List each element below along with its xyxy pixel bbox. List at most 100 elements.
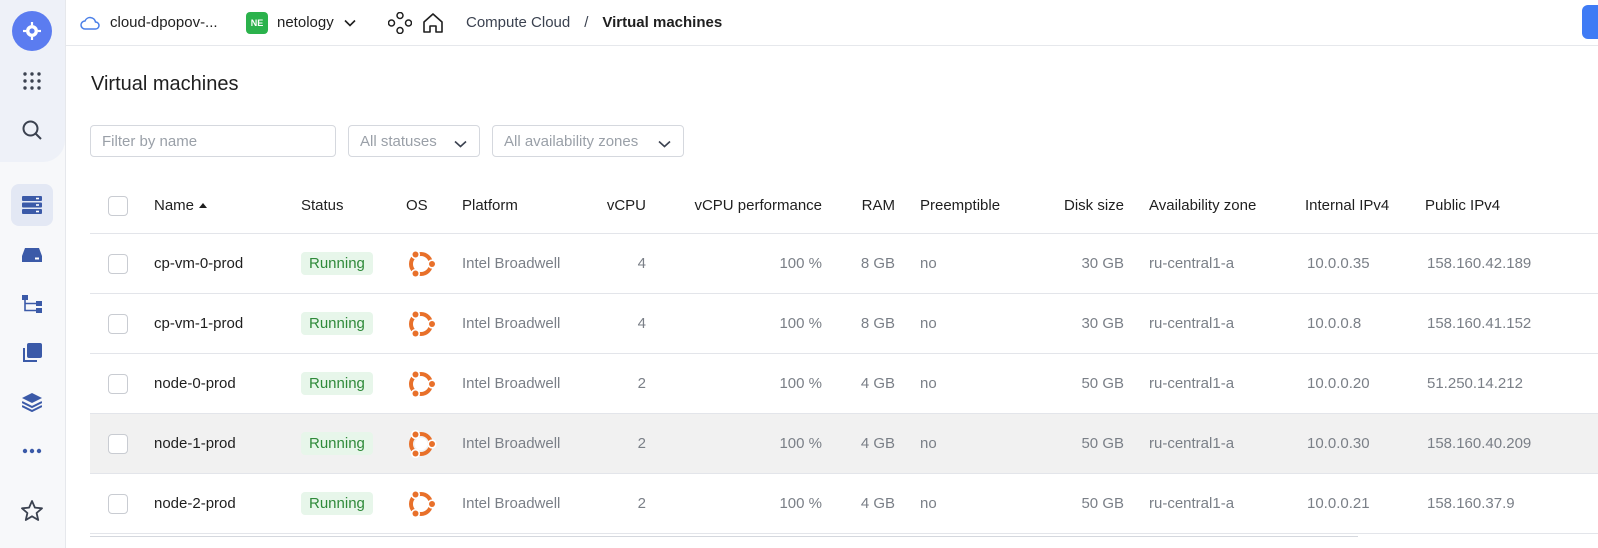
table-row[interactable]: cp-vm-0-prod Running Intel Broadwell 4 1… xyxy=(90,234,1598,294)
row-checkbox-cell xyxy=(108,474,128,533)
row-checkbox[interactable] xyxy=(108,433,128,454)
table-bottom-border xyxy=(90,536,1358,537)
row-checkbox[interactable] xyxy=(108,253,128,274)
status-cell: Running xyxy=(301,354,373,413)
ram-value: 8 GB xyxy=(860,255,895,272)
ubuntu-icon xyxy=(405,474,437,533)
vm-name[interactable]: cp-vm-1-prod xyxy=(154,294,243,353)
instance-groups-nav-icon[interactable] xyxy=(11,283,53,325)
table-row[interactable]: node-2-prod Running Intel Broadwell 2 10… xyxy=(90,474,1598,534)
status-badge: Running xyxy=(301,372,373,395)
favorites-star-icon[interactable] xyxy=(11,490,53,532)
platform-value: Intel Broadwell xyxy=(462,255,561,272)
column-header-os[interactable]: OS xyxy=(406,178,428,233)
chevron-down-icon xyxy=(658,135,671,152)
preemptible-value: no xyxy=(920,255,937,272)
table-row[interactable]: cp-vm-1-prod Running Intel Broadwell 4 1… xyxy=(90,294,1598,354)
filter-by-name-input[interactable] xyxy=(102,132,324,150)
virtual-machines-nav-icon[interactable] xyxy=(11,184,53,226)
availability-zone-value: ru-central1-a xyxy=(1149,375,1235,392)
status-cell: Running xyxy=(301,294,373,353)
vcpu-performance-value: 100 % xyxy=(779,255,822,272)
column-header-availability-zone[interactable]: Availability zone xyxy=(1149,178,1256,233)
cloud-icon xyxy=(80,16,100,30)
select-all-checkbox-cell xyxy=(108,178,128,233)
column-header-internal-ipv4[interactable]: Internal IPv4 xyxy=(1305,178,1389,233)
ubuntu-icon xyxy=(405,354,437,413)
column-header-disk-size[interactable]: Disk size xyxy=(1034,178,1124,233)
column-header-name[interactable]: Name xyxy=(154,178,208,233)
row-checkbox[interactable] xyxy=(108,493,128,514)
disk-size-value: 50 GB xyxy=(1081,495,1124,512)
row-checkbox[interactable] xyxy=(108,313,128,334)
status-badge: Running xyxy=(301,432,373,455)
vcpu-value: 4 xyxy=(637,315,646,332)
availability-zone-value: ru-central1-a xyxy=(1149,495,1235,512)
search-icon[interactable] xyxy=(11,109,53,151)
row-checkbox[interactable] xyxy=(108,373,128,394)
column-header-vcpu[interactable]: vCPU xyxy=(576,178,646,233)
create-button[interactable] xyxy=(1582,5,1598,39)
disk-size-value: 30 GB xyxy=(1081,315,1124,332)
vm-name[interactable]: node-2-prod xyxy=(154,474,236,533)
status-select[interactable]: All statuses xyxy=(348,125,480,157)
row-checkbox-cell xyxy=(108,234,128,293)
status-badge: Running xyxy=(301,312,373,335)
column-header-preemptible[interactable]: Preemptible xyxy=(920,178,1000,233)
home-icon[interactable] xyxy=(422,0,444,45)
ram-value: 4 GB xyxy=(860,495,895,512)
select-all-checkbox[interactable] xyxy=(108,195,128,216)
column-header-status[interactable]: Status xyxy=(301,178,344,233)
images-layers-nav-icon[interactable] xyxy=(11,381,53,423)
folder-badge: NE xyxy=(246,11,268,34)
cloud-selector[interactable]: cloud-dpopov-... xyxy=(80,0,218,45)
left-rail xyxy=(0,0,66,548)
column-header-vcpu-performance[interactable]: vCPU performance xyxy=(664,178,822,233)
chevron-down-icon xyxy=(344,19,356,27)
disks-nav-icon[interactable] xyxy=(11,234,53,276)
vm-name[interactable]: node-0-prod xyxy=(154,354,236,413)
availability-zone-select[interactable]: All availability zones xyxy=(492,125,684,157)
vcpu-value: 2 xyxy=(637,435,646,452)
preemptible-value: no xyxy=(920,375,937,392)
ram-value: 8 GB xyxy=(860,315,895,332)
top-header: cloud-dpopov-... NE netology Compute Clo… xyxy=(66,0,1598,46)
sort-ascending-icon xyxy=(199,203,208,208)
service-map-icon[interactable] xyxy=(388,0,412,45)
zone-select-value: All availability zones xyxy=(504,132,639,150)
ram-value: 4 GB xyxy=(860,435,895,452)
breadcrumb-compute-cloud[interactable]: Compute Cloud xyxy=(466,14,570,31)
status-badge: Running xyxy=(301,492,373,515)
vm-name[interactable]: cp-vm-0-prod xyxy=(154,234,243,293)
column-header-ram[interactable]: RAM xyxy=(830,178,895,233)
row-checkbox-cell xyxy=(108,354,128,413)
cloud-logo-icon[interactable] xyxy=(12,11,52,51)
internal-ipv4-value: 10.0.0.30 xyxy=(1307,435,1370,452)
all-services-grid-icon[interactable] xyxy=(11,60,53,102)
vcpu-value: 2 xyxy=(637,375,646,392)
breadcrumb-separator: / xyxy=(584,14,589,31)
vcpu-performance-value: 100 % xyxy=(779,435,822,452)
public-ipv4-value: 158.160.37.9 xyxy=(1427,495,1515,512)
public-ipv4-value: 158.160.42.189 xyxy=(1427,255,1532,272)
vm-name[interactable]: node-1-prod xyxy=(154,414,236,473)
folder-selector[interactable]: NE netology xyxy=(246,0,356,45)
ubuntu-icon xyxy=(405,414,437,473)
table-row[interactable]: node-1-prod Running Intel Broadwell 2 10… xyxy=(90,414,1598,474)
table-row[interactable]: node-0-prod Running Intel Broadwell 2 10… xyxy=(90,354,1598,414)
chevron-down-icon xyxy=(454,135,467,152)
vcpu-performance-value: 100 % xyxy=(779,495,822,512)
column-header-public-ipv4[interactable]: Public IPv4 xyxy=(1425,178,1500,233)
internal-ipv4-value: 10.0.0.35 xyxy=(1307,255,1370,272)
more-dots-icon[interactable] xyxy=(11,430,53,472)
internal-ipv4-value: 10.0.0.20 xyxy=(1307,375,1370,392)
row-checkbox-cell xyxy=(108,414,128,473)
ram-value: 4 GB xyxy=(860,375,895,392)
availability-zone-value: ru-central1-a xyxy=(1149,315,1235,332)
column-header-platform[interactable]: Platform xyxy=(462,178,518,233)
breadcrumb-current: Virtual machines xyxy=(602,14,723,31)
folder-name: netology xyxy=(277,14,334,31)
snapshots-nav-icon[interactable] xyxy=(11,332,53,374)
status-cell: Running xyxy=(301,474,373,533)
filter-by-name-field[interactable] xyxy=(90,125,336,157)
